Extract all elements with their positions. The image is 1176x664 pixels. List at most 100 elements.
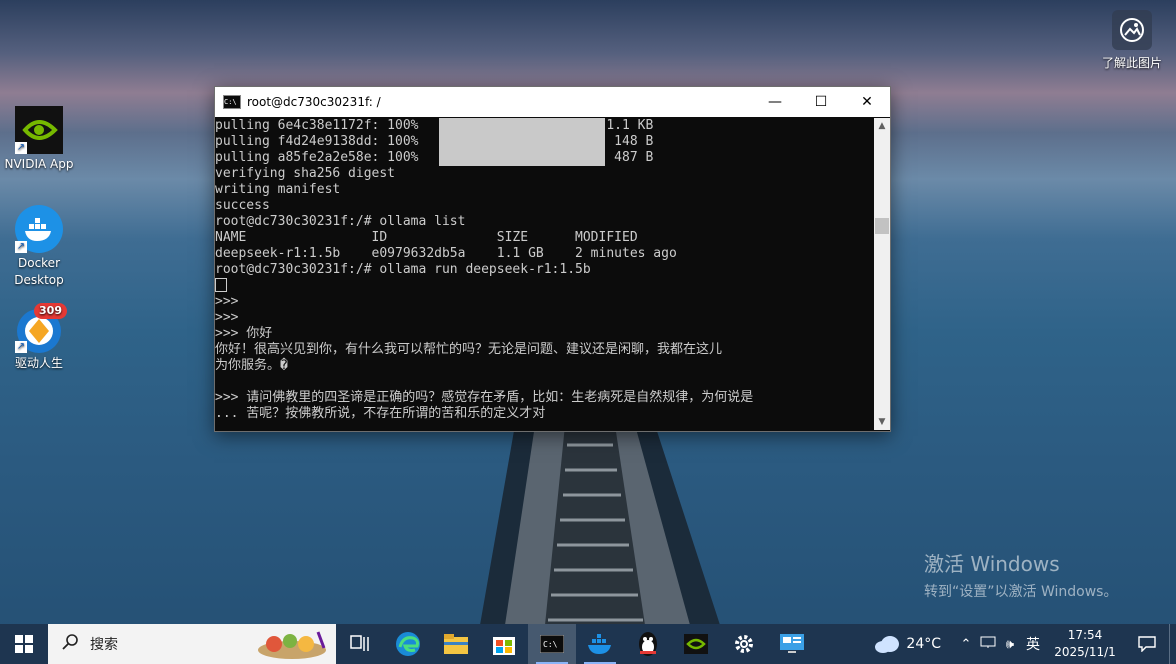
terminal-line-text: NAME ID SIZE MODIFIED <box>215 230 638 245</box>
docker-icon: ↗ <box>15 205 63 253</box>
search-icon <box>62 634 78 654</box>
vertical-scrollbar[interactable]: ▲ ▼ <box>874 118 890 430</box>
terminal-line-text: 你好！很高兴见到你，有什么我可以帮忙的吗？无论是问题、建议还是闲聊，我都在这儿 <box>215 342 723 357</box>
about-image-button[interactable]: 了解此图片 <box>1100 10 1164 71</box>
nvidia-icon: ↗ <box>15 106 63 154</box>
driver-life-icon: ↗ 309 <box>15 303 67 353</box>
activation-watermark: 激活 Windows 转到“设置”以激活 Windows。 <box>924 548 1117 601</box>
taskbar-nvidia[interactable] <box>672 624 720 664</box>
terminal-line: ... 苦呢？按佛教所说，不存在所谓的苦和乐的定义才对 <box>215 406 873 422</box>
clock-time: 17:54 <box>1067 628 1103 642</box>
scroll-up-icon[interactable]: ▲ <box>874 118 890 134</box>
weather-temperature: 24°C <box>906 636 941 652</box>
terminal-line-text: root@dc730c30231f:/# ollama run deepseek… <box>215 262 591 277</box>
desktop-icon-docker[interactable]: ↗ Docker Desktop <box>3 205 75 289</box>
chevron-up-icon[interactable]: ⌃ <box>955 637 977 652</box>
search-highlight-icon <box>254 628 330 664</box>
desktop-icon-label: Docker Desktop <box>14 256 64 287</box>
nvidia-icon <box>684 634 708 654</box>
desktop-icon-label: 驱动人生 <box>14 356 63 370</box>
terminal-line-text: verifying sha256 digest <box>215 166 396 181</box>
taskbar-file-explorer[interactable] <box>432 624 480 664</box>
terminal-line: >>> <box>215 310 873 326</box>
window-title: root@dc730c30231f: / <box>247 95 381 109</box>
terminal-line: pulling a85fe2a2e58e: 100% 487 B <box>215 150 873 166</box>
terminal-line: 你好！很高兴见到你，有什么我可以帮忙的吗？无论是问题、建议还是闲聊，我都在这儿 <box>215 342 873 358</box>
terminal-line-text: >>> <box>215 310 239 325</box>
cmd-icon: C:\ <box>223 95 241 109</box>
taskbar-docker[interactable] <box>576 624 624 664</box>
network-icon[interactable] <box>977 635 999 653</box>
terminal-output[interactable]: pulling 6e4c38e1172f: 100% 1.1 KB pulling… <box>215 118 873 430</box>
taskbar-task-view[interactable] <box>336 624 384 664</box>
terminal-cursor <box>215 278 227 292</box>
notification-badge: 309 <box>34 303 67 319</box>
taskbar-remote-desktop[interactable] <box>768 624 816 664</box>
scrollbar-thumb[interactable] <box>875 218 889 234</box>
edge-icon <box>396 632 420 656</box>
file-explorer-icon <box>444 634 468 654</box>
terminal-line-text: 为你服务。� <box>215 358 288 373</box>
minimize-button[interactable]: — <box>752 87 798 117</box>
shortcut-arrow-icon: ↗ <box>15 142 27 154</box>
watermark-title: 激活 Windows <box>924 552 1060 576</box>
terminal-line: verifying sha256 digest <box>215 166 873 182</box>
watermark-subtitle: 转到“设置”以激活 Windows。 <box>924 584 1118 600</box>
terminal-line: pulling 6e4c38e1172f: 100% 1.1 KB <box>215 118 873 134</box>
clock[interactable]: 17:54 2025/11/1 <box>1045 627 1125 661</box>
wallpaper-pier <box>480 425 720 625</box>
terminal-line: >>> 请问佛教里的四圣谛是正确的吗？感觉存在矛盾，比如：生老病死是自然规律，为… <box>215 390 873 406</box>
taskbar: 搜索 C:\ 24°C ⌃ 🕪 英 17:54 2025/11/1 <box>0 624 1176 664</box>
desktop-icon-label: NVIDIA App <box>4 157 74 171</box>
terminal-window[interactable]: C:\ root@dc730c30231f: / — ☐ ✕ pulling 6… <box>214 86 891 432</box>
terminal-line: >>> 你好 <box>215 326 873 342</box>
notification-icon <box>1138 636 1156 652</box>
shortcut-arrow-icon: ↗ <box>15 341 27 353</box>
about-image-label: 了解此图片 <box>1101 56 1162 70</box>
start-button[interactable] <box>0 624 48 664</box>
taskbar-settings[interactable] <box>720 624 768 664</box>
taskbar-qq[interactable] <box>624 624 672 664</box>
system-tray: ⌃ 🕪 英 <box>955 634 1045 654</box>
terminal-line-text: deepseek-r1:1.5b e0979632db5a 1.1 GB 2 m… <box>215 246 677 261</box>
taskbar-terminal[interactable]: C:\ <box>528 624 576 664</box>
terminal-line-text: success <box>215 198 270 213</box>
terminal-line-text: writing manifest <box>215 182 341 197</box>
weather-widget[interactable]: 24°C <box>874 635 941 653</box>
desktop-icon-nvidia[interactable]: ↗ NVIDIA App <box>3 106 75 173</box>
taskbar-store[interactable] <box>480 624 528 664</box>
windows-icon <box>15 635 33 653</box>
terminal-line: NAME ID SIZE MODIFIED <box>215 230 873 246</box>
cloud-icon <box>875 636 900 653</box>
terminal-line-text: >>> 你好 <box>215 326 273 341</box>
notification-center-button[interactable] <box>1125 624 1169 664</box>
terminal-line-text: >>> 请问佛教里的四圣谛是正确的吗？感觉存在矛盾，比如：生老病死是自然规律，为… <box>215 390 754 405</box>
terminal-line: pulling f4d24e9138dd: 100% 148 B <box>215 134 873 150</box>
close-button[interactable]: ✕ <box>844 87 890 117</box>
desktop-icon-driver-life[interactable]: ↗ 309 驱动人生 <box>3 303 75 372</box>
taskbar-edge[interactable] <box>384 624 432 664</box>
terminal-line-text: pulling a85fe2a2e58e: 100% 487 B <box>215 150 654 165</box>
terminal-line: 为你服务。� <box>215 358 873 374</box>
maximize-button[interactable]: ☐ <box>798 87 844 117</box>
terminal-line: >>> <box>215 294 873 310</box>
search-box[interactable]: 搜索 <box>48 624 336 664</box>
scroll-down-icon[interactable]: ▼ <box>874 414 890 430</box>
window-titlebar[interactable]: C:\ root@dc730c30231f: / — ☐ ✕ <box>215 87 890 117</box>
docker-icon <box>588 634 611 654</box>
terminal-line: root@dc730c30231f:/# ollama run deepseek… <box>215 262 873 278</box>
terminal-line: writing manifest <box>215 182 873 198</box>
terminal-line-text: ... 苦呢？按佛教所说，不存在所谓的苦和乐的定义才对 <box>215 406 546 421</box>
volume-icon[interactable]: 🕪 <box>999 637 1021 652</box>
terminal-line-text: pulling f4d24e9138dd: 100% 148 B <box>215 134 654 149</box>
ime-indicator[interactable]: 英 <box>1021 634 1045 654</box>
terminal-line-text: pulling 6e4c38e1172f: 100% 1.1 KB <box>215 118 654 133</box>
shortcut-arrow-icon: ↗ <box>15 241 27 253</box>
show-desktop-button[interactable] <box>1169 624 1176 664</box>
spotlight-icon <box>1112 10 1152 50</box>
terminal-line: success <box>215 198 873 214</box>
remote-desktop-icon <box>780 634 804 653</box>
settings-icon <box>735 635 753 653</box>
terminal-line-text: root@dc730c30231f:/# ollama list <box>215 214 466 229</box>
